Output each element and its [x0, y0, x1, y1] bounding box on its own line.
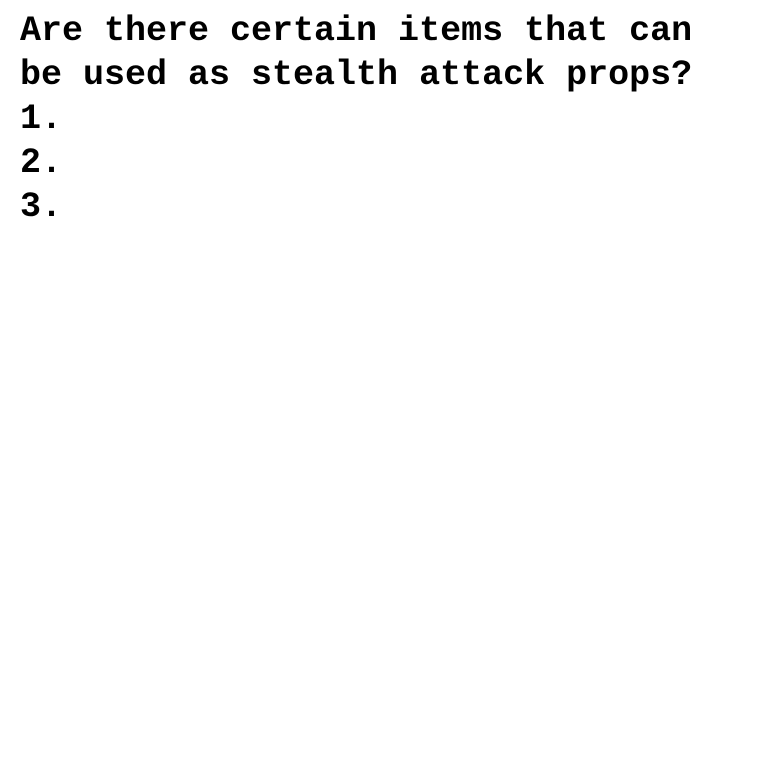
list-item-1: 1. — [20, 99, 63, 139]
question-text: Are there certain items that can be used… — [20, 11, 693, 95]
list-item-2: 2. — [20, 143, 63, 183]
numbered-list: 1. 2. 3. — [20, 97, 760, 229]
page: Are there certain items that can be used… — [0, 0, 760, 760]
list-item-3: 3. — [20, 187, 63, 227]
